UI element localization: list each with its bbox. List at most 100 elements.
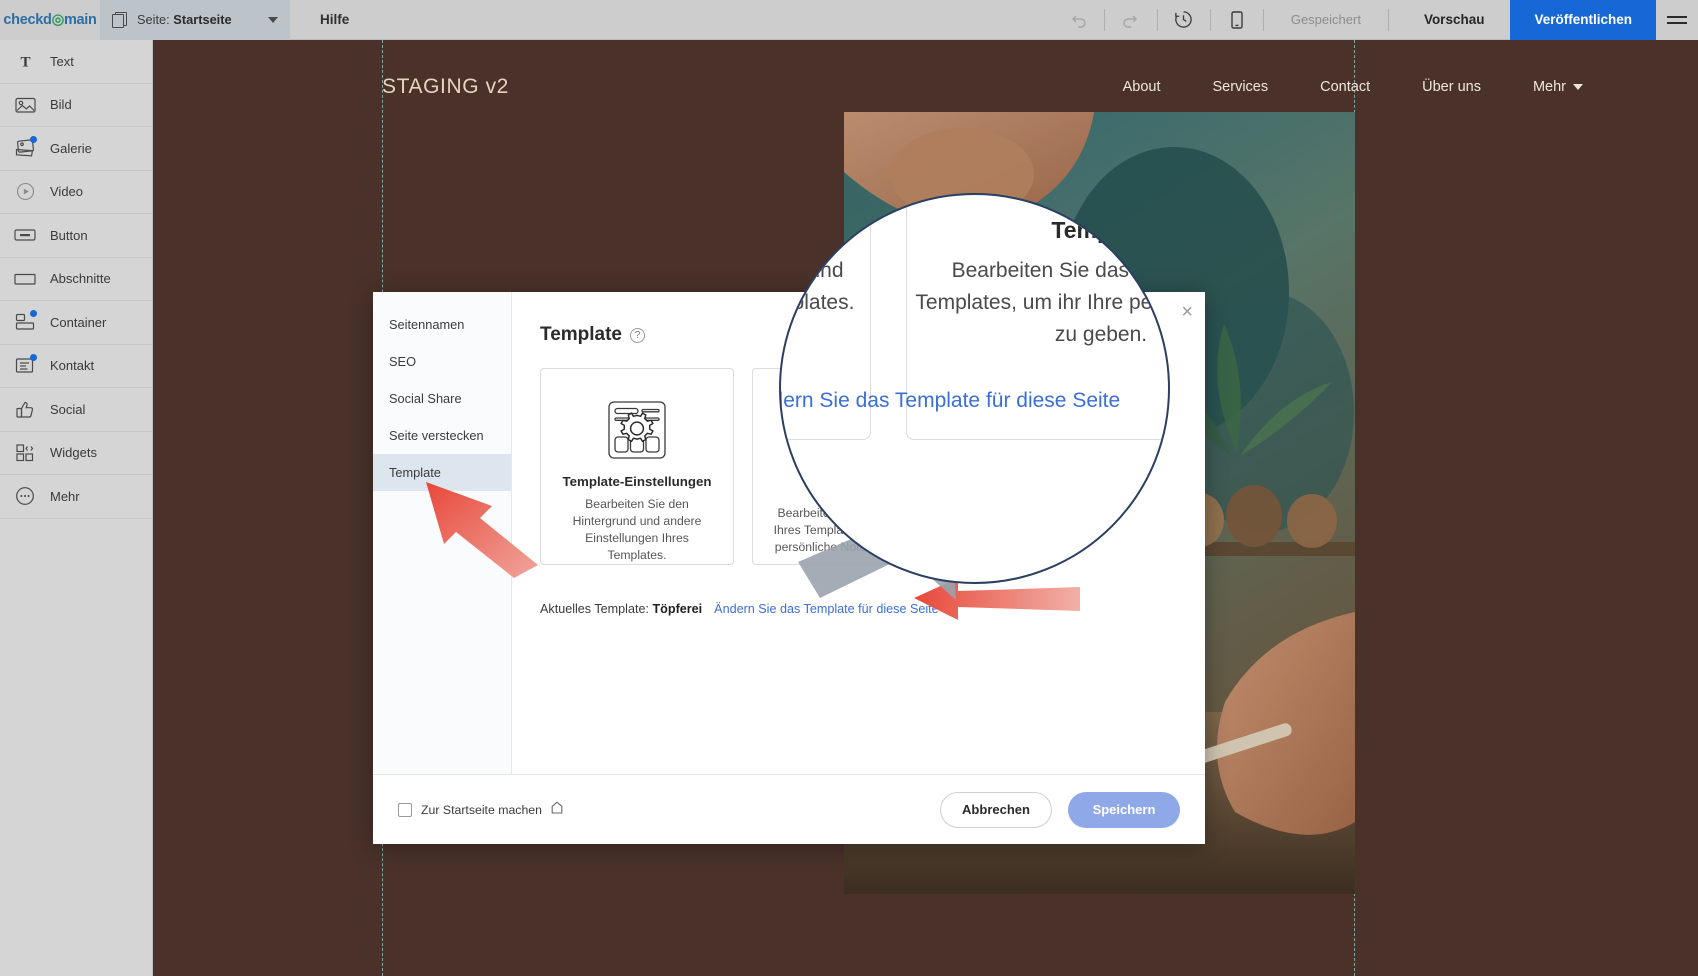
modal-nav-seo[interactable]: SEO: [373, 343, 511, 380]
logo-text-part1: checkd: [3, 12, 51, 28]
template-card-list: Template-Einstellungen Bearbeiten Sie de…: [540, 368, 1177, 565]
redo-icon[interactable]: [1114, 3, 1148, 37]
checkbox-label: Zur Startseite machen: [421, 803, 542, 817]
site-nav-contact[interactable]: Contact: [1320, 79, 1370, 95]
divider: [1388, 9, 1389, 31]
divider: [1210, 9, 1211, 31]
chevron-down-icon: [1573, 84, 1583, 90]
sidebar-item-container[interactable]: Container: [0, 301, 152, 345]
video-play-icon: [14, 181, 36, 203]
top-toolbar: checkd◎main Seite: Startseite Hilfe: [0, 0, 1698, 40]
template-settings-card[interactable]: Template-Einstellungen Bearbeiten Sie de…: [540, 368, 734, 565]
page-selector-label: Seite: Startseite: [137, 12, 232, 27]
site-logo[interactable]: STAGING v2: [382, 75, 509, 99]
sidebar-item-bild[interactable]: Bild: [0, 84, 152, 128]
checkdomain-logo[interactable]: checkd◎main: [0, 0, 100, 40]
sidebar-item-label: Kontakt: [50, 358, 94, 373]
current-template-label-text: Aktuelles Template:: [540, 602, 649, 616]
modal-nav: Seitennamen SEO Social Share Seite verst…: [373, 292, 512, 774]
chevron-down-icon: [268, 17, 278, 23]
sidebar-item-social[interactable]: Social: [0, 388, 152, 432]
sidebar-item-widgets[interactable]: Widgets: [0, 432, 152, 476]
mobile-device-icon[interactable]: [1220, 3, 1254, 37]
divider: [1157, 9, 1158, 31]
set-as-homepage-checkbox[interactable]: Zur Startseite machen: [398, 801, 563, 819]
current-template-label: Aktuelles Template: Töpferei: [540, 602, 702, 616]
sidebar-item-button[interactable]: Button: [0, 214, 152, 258]
new-badge-dot: [30, 136, 37, 143]
gallery-icon: [14, 137, 36, 159]
change-template-link[interactable]: Ändern Sie das Template für diese Seite: [714, 602, 939, 616]
widgets-grid-icon: [14, 442, 36, 464]
menu-bar: [1667, 22, 1687, 24]
page-selector[interactable]: Seite: Startseite: [100, 0, 290, 40]
save-button[interactable]: Speichern: [1068, 792, 1180, 828]
sidebar-item-abschnitte[interactable]: Abschnitte: [0, 258, 152, 302]
pages-icon: [112, 12, 128, 28]
sidebar-item-label: Galerie: [50, 141, 92, 156]
contact-form-icon: [14, 355, 36, 377]
toolbar-actions: Gespeichert Vorschau Veröffentlichen: [1061, 0, 1698, 40]
template-style-icon: [818, 391, 880, 477]
left-sidebar: T Text Bild Galerie: [0, 40, 153, 976]
sidebar-item-galerie[interactable]: Galerie: [0, 127, 152, 171]
image-icon: [14, 94, 36, 116]
page-name: Startseite: [173, 12, 231, 27]
page-prefix: Seite:: [137, 12, 170, 27]
site-nav-mehr[interactable]: Mehr: [1533, 79, 1583, 95]
undo-icon[interactable]: [1061, 3, 1095, 37]
modal-nav-social-share[interactable]: Social Share: [373, 380, 511, 417]
save-status: Gespeichert: [1273, 12, 1379, 27]
sidebar-item-kontakt[interactable]: Kontakt: [0, 345, 152, 389]
modal-main: × Template ?: [512, 292, 1205, 774]
card-description: Bearbeiten Sie den Hintergrund und ander…: [555, 496, 719, 564]
thumbs-up-icon: [14, 398, 36, 420]
page-settings-modal: Seitennamen SEO Social Share Seite verst…: [373, 292, 1205, 844]
template-style-card[interactable]: Template Bearbeiten Sie das Styling Ihre…: [752, 368, 946, 565]
sidebar-item-label: Video: [50, 184, 83, 199]
sidebar-item-label: Bild: [50, 97, 72, 112]
modal-footer-buttons: Abbrechen Speichern: [940, 792, 1180, 828]
publish-button[interactable]: Veröffentlichen: [1510, 0, 1656, 40]
help-button[interactable]: Hilfe: [320, 12, 349, 27]
close-icon[interactable]: ×: [1181, 302, 1193, 322]
hamburger-menu-icon[interactable]: [1656, 0, 1698, 40]
site-nav-mehr-label: Mehr: [1533, 79, 1566, 95]
new-badge-dot: [30, 354, 37, 361]
sidebar-item-label: Text: [50, 54, 74, 69]
new-badge-dot: [30, 310, 37, 317]
sidebar-item-label: Social: [50, 402, 85, 417]
logo-mark: ◎: [52, 12, 64, 28]
modal-nav-template[interactable]: Template: [373, 454, 511, 491]
cancel-button[interactable]: Abbrechen: [940, 792, 1052, 828]
question-mark-icon[interactable]: ?: [630, 328, 645, 343]
page-title: Template: [540, 324, 622, 346]
modal-nav-seitennamen[interactable]: Seitennamen: [373, 306, 511, 343]
text-icon: T: [14, 50, 36, 72]
menu-bar: [1667, 16, 1687, 18]
template-settings-gear-icon: [606, 391, 668, 468]
sidebar-item-text[interactable]: T Text: [0, 40, 152, 84]
modal-footer: Zur Startseite machen Abbrechen Speicher…: [373, 774, 1205, 844]
history-clock-icon[interactable]: [1167, 3, 1201, 37]
modal-body: Seitennamen SEO Social Share Seite verst…: [373, 292, 1205, 774]
current-template-row: Aktuelles Template: Töpferei Ändern Sie …: [540, 602, 1177, 616]
checkbox-box[interactable]: [398, 803, 412, 817]
card-title: Template: [820, 483, 877, 498]
sidebar-item-video[interactable]: Video: [0, 171, 152, 215]
sidebar-item-label: Button: [50, 228, 88, 243]
sections-icon: [14, 268, 36, 290]
app-root: checkd◎main Seite: Startseite Hilfe: [0, 0, 1698, 976]
divider: [1263, 9, 1264, 31]
divider: [1104, 9, 1105, 31]
sidebar-item-mehr[interactable]: Mehr: [0, 475, 152, 519]
preview-button[interactable]: Vorschau: [1398, 12, 1511, 27]
sidebar-item-label: Mehr: [50, 489, 80, 504]
site-nav-about[interactable]: About: [1123, 79, 1161, 95]
site-nav-ueber-uns[interactable]: Über uns: [1422, 79, 1481, 95]
card-description: Bearbeiten Sie das Styling Ihres Templat…: [767, 505, 931, 556]
home-icon: [551, 801, 563, 819]
site-nav-services[interactable]: Services: [1213, 79, 1269, 95]
modal-nav-seite-verstecken[interactable]: Seite verstecken: [373, 417, 511, 454]
card-title: Template-Einstellungen: [563, 474, 712, 489]
